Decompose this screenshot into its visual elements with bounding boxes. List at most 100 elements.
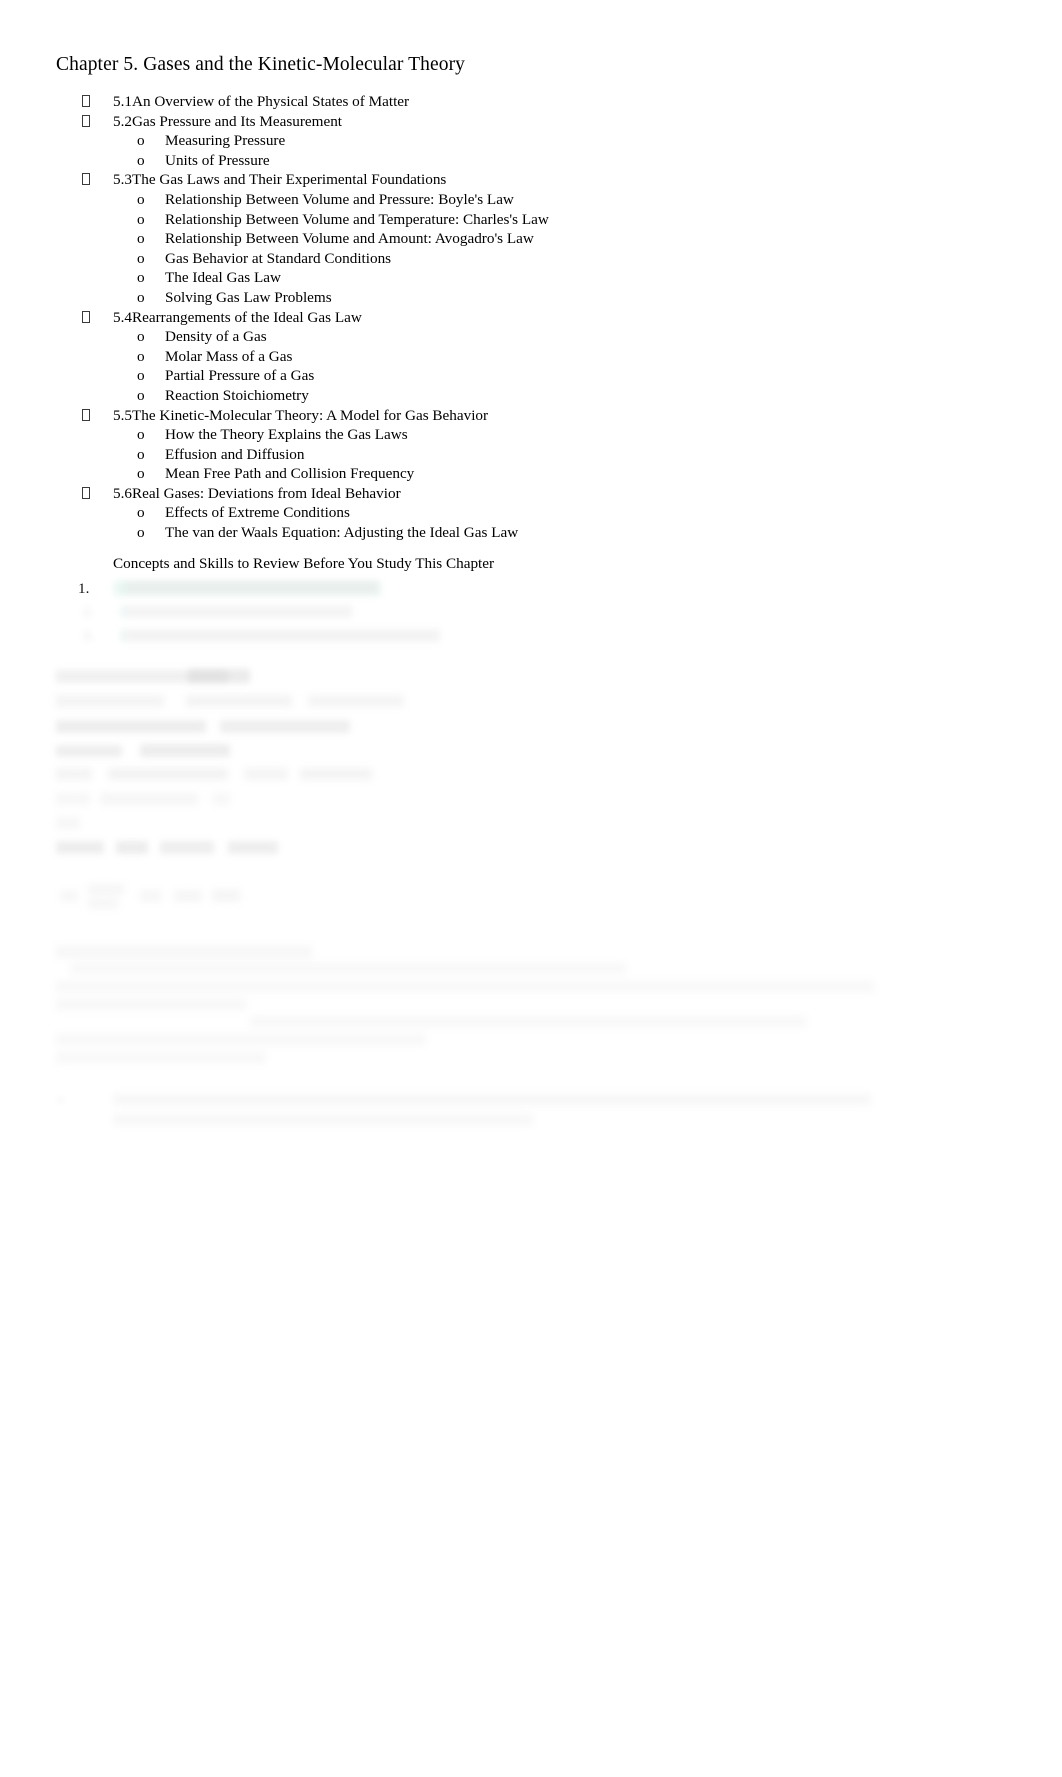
obscured-fraction-numerator bbox=[88, 884, 124, 895]
outline-item-label: 5.1An Overview of the Physical States of… bbox=[113, 93, 410, 110]
obscured-paragraph-line bbox=[56, 999, 246, 1010]
outline-item-5-3: 5.3The Gas Laws and Their Experimental F… bbox=[0, 170, 1062, 190]
circle-o-icon: o bbox=[137, 210, 145, 228]
obscured-fraction bbox=[140, 890, 162, 902]
circle-o-icon: o bbox=[137, 269, 145, 287]
outline-subitem: o Partial Pressure of a Gas bbox=[0, 366, 1062, 386]
outline-subitem: o Effusion and Diffusion bbox=[0, 445, 1062, 465]
obscured-equation-line bbox=[300, 768, 372, 780]
outline-subitem: o Molar Mass of a Gas bbox=[0, 347, 1062, 367]
obscured-equation-line bbox=[56, 817, 80, 829]
circle-o-icon: o bbox=[137, 524, 145, 542]
obscured-equation-line bbox=[56, 793, 90, 805]
obscured-fraction-denominator bbox=[88, 898, 118, 909]
outline-subitem-label: How the Theory Explains the Gas Laws bbox=[165, 426, 408, 444]
outline-subitem-label: Density of a Gas bbox=[165, 328, 267, 346]
outline-subitem-label: Partial Pressure of a Gas bbox=[165, 367, 315, 385]
circle-o-icon: o bbox=[137, 328, 145, 346]
outline-subitem-label: Relationship Between Volume and Pressure… bbox=[165, 190, 514, 208]
outline-subitem-label: The Ideal Gas Law bbox=[165, 269, 281, 287]
outline-subitem-label: Solving Gas Law Problems bbox=[165, 288, 332, 306]
obscured-paragraph-line bbox=[56, 1052, 266, 1063]
obscured-list-line bbox=[120, 605, 352, 618]
obscured-equation-line bbox=[220, 720, 350, 733]
obscured-equation-line bbox=[56, 768, 92, 780]
obscured-list-marker: • bbox=[58, 1094, 63, 1109]
obscured-list-marker: 3. bbox=[83, 629, 94, 644]
circle-o-icon: o bbox=[137, 190, 145, 208]
outline-subitem-label: The van der Waals Equation: Adjusting th… bbox=[165, 524, 519, 542]
obscured-equation-line bbox=[140, 744, 230, 757]
obscured-fraction bbox=[60, 890, 78, 902]
outline-item-5-6: 5.6Real Gases: Deviations from Ideal Beh… bbox=[0, 484, 1062, 504]
outline-subitem-label: Gas Behavior at Standard Conditions bbox=[165, 249, 392, 267]
outline-subitem-label: Effects of Extreme Conditions bbox=[165, 504, 350, 522]
obscured-paragraph-line bbox=[56, 1034, 426, 1045]
outline-item-label: 5.3The Gas Laws and Their Experimental F… bbox=[113, 171, 447, 189]
outline-subitem-label: Molar Mass of a Gas bbox=[165, 347, 293, 365]
outline-subitem-label: Effusion and Diffusion bbox=[165, 445, 305, 463]
circle-o-icon: o bbox=[137, 249, 145, 267]
obscured-paragraph-line bbox=[113, 1114, 533, 1125]
circle-o-icon: o bbox=[137, 132, 145, 150]
obscured-equation-line bbox=[228, 841, 278, 854]
outline-item-label: 5.5The Kinetic-Molecular Theory: A Model… bbox=[113, 406, 489, 424]
outline-item-5-4: 5.4Rearrangements of the Ideal Gas Law bbox=[0, 308, 1062, 328]
page-title: Chapter 5. Gases and the Kinetic-Molecul… bbox=[56, 54, 466, 75]
outline-subitem: o Mean Free Path and Collision Frequency bbox=[0, 464, 1062, 484]
tofu-box-icon bbox=[82, 114, 90, 127]
obscured-equation-line bbox=[108, 768, 228, 780]
outline-subitem-label: Mean Free Path and Collision Frequency bbox=[165, 465, 415, 483]
outline-item-label: 5.4Rearrangements of the Ideal Gas Law bbox=[113, 308, 362, 326]
obscured-equation-line bbox=[188, 669, 250, 683]
outline-item-5-5: 5.5The Kinetic-Molecular Theory: A Model… bbox=[0, 406, 1062, 426]
obscured-list-line bbox=[120, 629, 440, 642]
obscured-fraction bbox=[212, 889, 240, 902]
obscured-fraction bbox=[174, 890, 202, 902]
obscured-equation-line bbox=[244, 768, 288, 780]
obscured-paragraph-line bbox=[70, 963, 626, 974]
tofu-box-icon bbox=[82, 310, 90, 323]
outline-subitem-label: Relationship Between Volume and Amount: … bbox=[165, 230, 534, 248]
outline-subitem: o Units of Pressure bbox=[0, 151, 1062, 171]
outline-subitem: o How the Theory Explains the Gas Laws bbox=[0, 425, 1062, 445]
obscured-equation-line bbox=[212, 793, 230, 805]
outline-subitem-label: Reaction Stoichiometry bbox=[165, 386, 309, 404]
outline-subitem-label: Units of Pressure bbox=[165, 151, 270, 169]
circle-o-icon: o bbox=[137, 465, 145, 483]
obscured-paragraph-line bbox=[250, 1016, 806, 1027]
outline-subitem-label: Measuring Pressure bbox=[165, 132, 286, 150]
circle-o-icon: o bbox=[137, 445, 145, 463]
tofu-box-icon bbox=[82, 486, 90, 499]
obscured-equation-line bbox=[308, 695, 404, 707]
obscured-equation-line bbox=[56, 745, 122, 757]
outline-subitem: o Effects of Extreme Conditions bbox=[0, 503, 1062, 523]
obscured-paragraph-line bbox=[113, 1094, 871, 1105]
obscured-equation-line bbox=[100, 793, 198, 805]
outline-item-5-2: 5.2Gas Pressure and Its Measurement bbox=[0, 112, 1062, 132]
obscured-equation-line bbox=[56, 695, 164, 707]
obscured-list-marker: 2. bbox=[83, 605, 94, 620]
obscured-equation-line bbox=[56, 720, 206, 733]
outline-subitem: o Relationship Between Volume and Temper… bbox=[0, 210, 1062, 230]
outline-subitem: o The Ideal Gas Law bbox=[0, 268, 1062, 288]
circle-o-icon: o bbox=[137, 367, 145, 385]
tofu-box-icon bbox=[82, 408, 90, 421]
obscured-equation-line bbox=[160, 841, 214, 854]
outline-subitem: o Measuring Pressure bbox=[0, 131, 1062, 151]
circle-o-icon: o bbox=[137, 230, 145, 248]
obscured-paragraph-line bbox=[56, 981, 874, 992]
outline-subitem-label: Relationship Between Volume and Temperat… bbox=[165, 210, 549, 228]
circle-o-icon: o bbox=[137, 426, 145, 444]
obscured-equation-line bbox=[116, 841, 148, 854]
obscured-equation-line bbox=[186, 695, 292, 707]
numbered-list-marker: 1. bbox=[78, 580, 90, 597]
outline-subitem: o Relationship Between Volume and Pressu… bbox=[0, 190, 1062, 210]
review-section-heading: Concepts and Skills to Review Before You… bbox=[113, 555, 495, 572]
outline-subitem: o Density of a Gas bbox=[0, 327, 1062, 347]
circle-o-icon: o bbox=[137, 288, 145, 306]
circle-o-icon: o bbox=[137, 347, 145, 365]
obscured-equation-line bbox=[56, 670, 228, 683]
circle-o-icon: o bbox=[137, 386, 145, 404]
tofu-box-icon bbox=[82, 173, 90, 186]
